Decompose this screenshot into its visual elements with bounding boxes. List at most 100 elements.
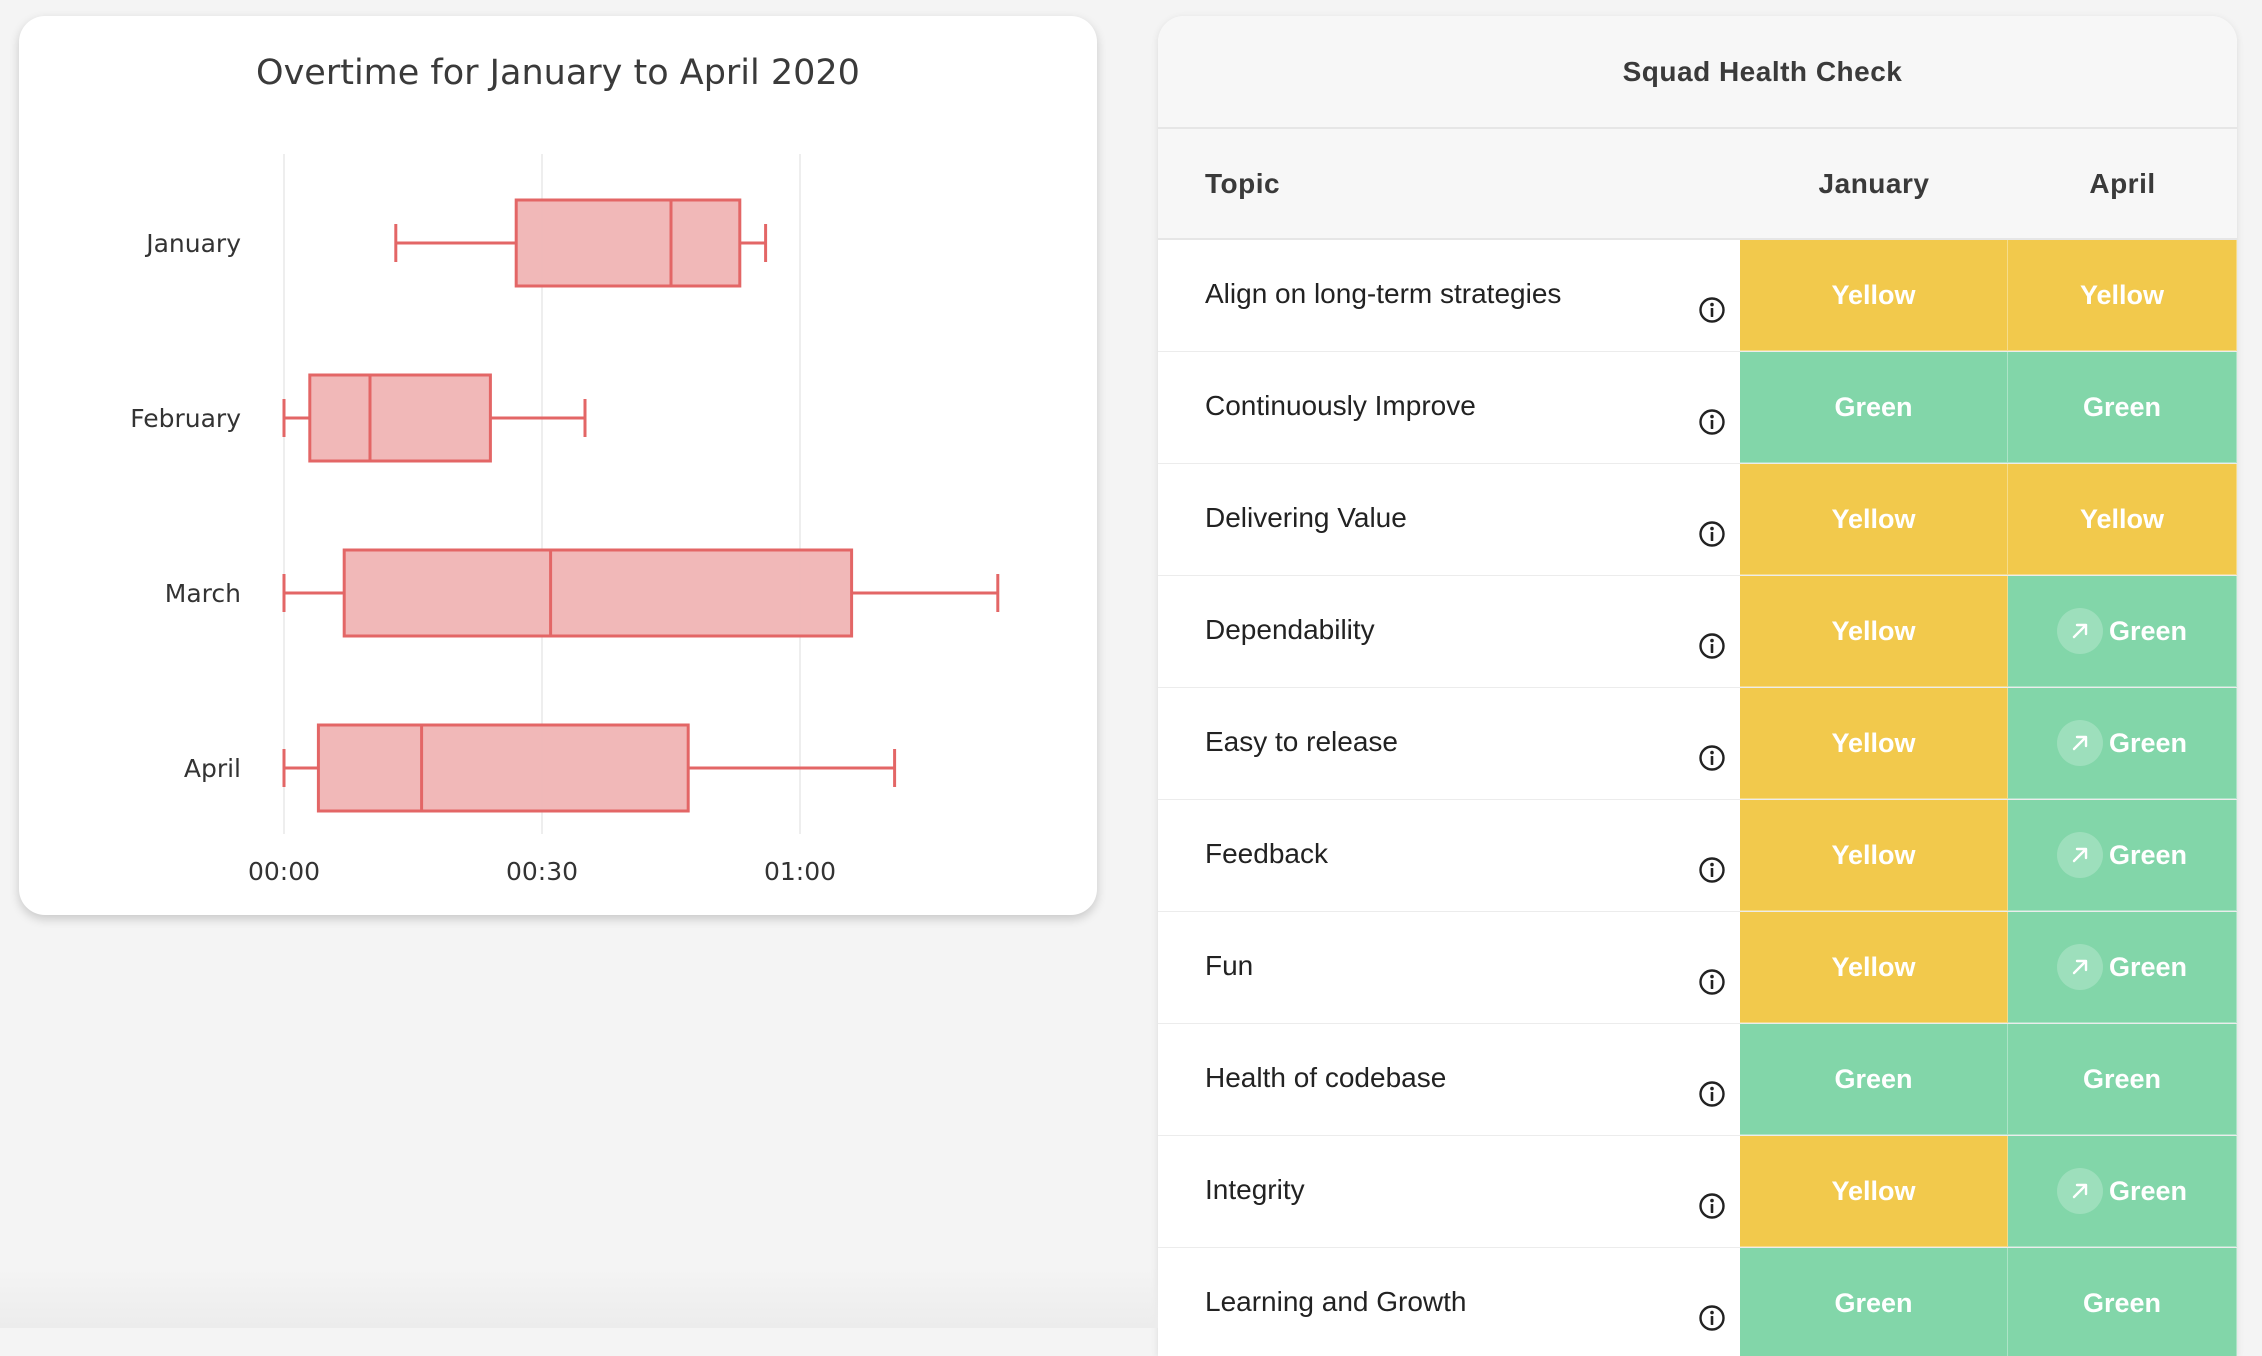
april-status-label: Green xyxy=(2082,1063,2162,1094)
april-status-cell: Green xyxy=(2008,912,2237,1023)
arrow-up-right-icon xyxy=(2056,832,2103,878)
box-plot-march[interactable] xyxy=(282,548,1000,638)
topic-label: Integrity xyxy=(1205,1174,1305,1205)
april-status-cell: Green xyxy=(2008,576,2237,687)
april-status-cell: Green xyxy=(2008,688,2237,799)
april-status-label: Green xyxy=(2108,615,2188,646)
topic-label: Easy to release xyxy=(1205,726,1398,757)
january-status-cell: Yellow xyxy=(1740,688,2008,799)
april-status-label: Green xyxy=(2108,839,2188,870)
topic-cell: Feedback xyxy=(1158,800,1740,911)
january-status-cell: Green xyxy=(1740,1024,2008,1135)
table-row: Fun Yellow Green xyxy=(1158,912,2237,1024)
box-iqr xyxy=(514,198,742,288)
january-status-label: Yellow xyxy=(1831,951,1916,982)
topic-label: Align on long-term strategies xyxy=(1205,278,1562,309)
january-status-cell: Yellow xyxy=(1740,240,2008,351)
january-status-label: Yellow xyxy=(1831,727,1916,758)
topic-label: Health of codebase xyxy=(1205,1062,1447,1093)
april-status-label: Yellow xyxy=(2079,503,2165,534)
april-status-label: Green xyxy=(2108,951,2188,982)
topic-cell: Easy to release xyxy=(1158,688,1740,799)
bottom-shadow xyxy=(0,1268,1158,1328)
topic-cell: Fun xyxy=(1158,912,1740,1023)
april-status-cell: Green xyxy=(2008,1136,2237,1247)
table-row: Feedback Yellow Green xyxy=(1158,800,2237,912)
april-status-cell: Green xyxy=(2008,352,2237,463)
april-status-label: Yellow xyxy=(2079,279,2165,310)
topic-label: Continuously Improve xyxy=(1205,390,1476,421)
topic-cell: Align on long-term strategies xyxy=(1158,240,1740,351)
table-row: Delivering Value Yellow Yellow xyxy=(1158,464,2237,576)
january-status-cell: Yellow xyxy=(1740,464,2008,575)
info-circle-icon[interactable] xyxy=(1698,296,1726,324)
topic-cell: Delivering Value xyxy=(1158,464,1740,575)
january-status-label: Yellow xyxy=(1831,1175,1916,1206)
january-status-cell: Yellow xyxy=(1740,576,2008,687)
topic-label: Dependability xyxy=(1205,614,1375,645)
topic-label: Learning and Growth xyxy=(1205,1286,1467,1317)
box-iqr xyxy=(316,723,690,813)
info-circle-icon[interactable] xyxy=(1698,632,1726,660)
topic-cell: Learning and Growth xyxy=(1158,1248,1740,1356)
april-status-cell: Green xyxy=(2008,1024,2237,1135)
january-status-cell: Green xyxy=(1740,352,2008,463)
table-row: Align on long-term strategies Yellow Yello… xyxy=(1158,240,2237,352)
box-plot-january[interactable] xyxy=(394,198,768,288)
table-row: Health of codebase Green Green xyxy=(1158,1024,2237,1136)
january-status-label: Green xyxy=(1834,391,1913,422)
april-status-cell: Green xyxy=(2008,1248,2237,1356)
january-status-label: Green xyxy=(1834,1063,1913,1094)
table-row: Learning and Growth Green Green xyxy=(1158,1248,2237,1356)
topic-cell: Integrity xyxy=(1158,1136,1740,1247)
april-status-label: Green xyxy=(2108,727,2188,758)
overtime-box-plot: Overtime for January to April 2020 Janua… xyxy=(130,53,1000,886)
january-status-cell: Yellow xyxy=(1740,1136,2008,1247)
january-status-cell: Green xyxy=(1740,1248,2008,1356)
x-tick-label: 00:30 xyxy=(506,857,578,886)
x-tick-label: 01:00 xyxy=(764,857,836,886)
topic-cell: Dependability xyxy=(1158,576,1740,687)
april-status-cell: Yellow xyxy=(2008,240,2237,351)
category-label: April xyxy=(184,754,241,783)
table-title: Squad Health Check xyxy=(1158,16,2237,129)
overtime-chart-card: Overtime for January to April 2020 Janua… xyxy=(19,16,1097,915)
info-circle-icon[interactable] xyxy=(1698,520,1726,548)
april-status-label: Green xyxy=(2108,1175,2188,1206)
table-row: Integrity Yellow Green xyxy=(1158,1136,2237,1248)
info-circle-icon[interactable] xyxy=(1698,1192,1726,1220)
info-circle-icon[interactable] xyxy=(1698,744,1726,772)
january-status-label: Green xyxy=(1834,1287,1913,1318)
info-circle-icon[interactable] xyxy=(1698,968,1726,996)
info-circle-icon[interactable] xyxy=(1698,408,1726,436)
chart-title: Overtime for January to April 2020 xyxy=(256,53,860,93)
april-status-label: Green xyxy=(2082,391,2162,422)
topic-cell: Health of codebase xyxy=(1158,1024,1740,1135)
x-tick-label: 00:00 xyxy=(248,857,320,886)
info-circle-icon[interactable] xyxy=(1698,1080,1726,1108)
table-row: Easy to release Yellow Green xyxy=(1158,688,2237,800)
column-header-january[interactable]: January xyxy=(1740,168,2008,200)
box-plot-april[interactable] xyxy=(282,723,897,813)
box-plot-february[interactable] xyxy=(282,373,587,463)
arrow-up-right-icon xyxy=(2056,608,2103,654)
column-header-topic[interactable]: Topic xyxy=(1158,168,1740,200)
info-circle-icon[interactable] xyxy=(1698,856,1726,884)
squad-health-check-table: Squad Health Check Topic January April A… xyxy=(1158,16,2237,1356)
april-status-cell: Green xyxy=(2008,800,2237,911)
table-body: Align on long-term strategies Yellow Yello… xyxy=(1158,240,2237,1356)
topic-label: Fun xyxy=(1205,950,1254,981)
topic-cell: Continuously Improve xyxy=(1158,352,1740,463)
april-status-label: Green xyxy=(2082,1287,2162,1318)
column-header-april[interactable]: April xyxy=(2008,168,2237,200)
topic-label: Feedback xyxy=(1205,838,1328,869)
january-status-label: Yellow xyxy=(1831,503,1916,534)
april-status-cell: Yellow xyxy=(2008,464,2237,575)
table-row: Dependability Yellow Green xyxy=(1158,576,2237,688)
box-iqr xyxy=(342,548,854,638)
table-row: Continuously Improve Green Green xyxy=(1158,352,2237,464)
january-status-label: Yellow xyxy=(1831,839,1916,870)
category-label: January xyxy=(144,229,241,258)
january-status-label: Yellow xyxy=(1831,615,1916,646)
category-label: February xyxy=(130,404,241,433)
